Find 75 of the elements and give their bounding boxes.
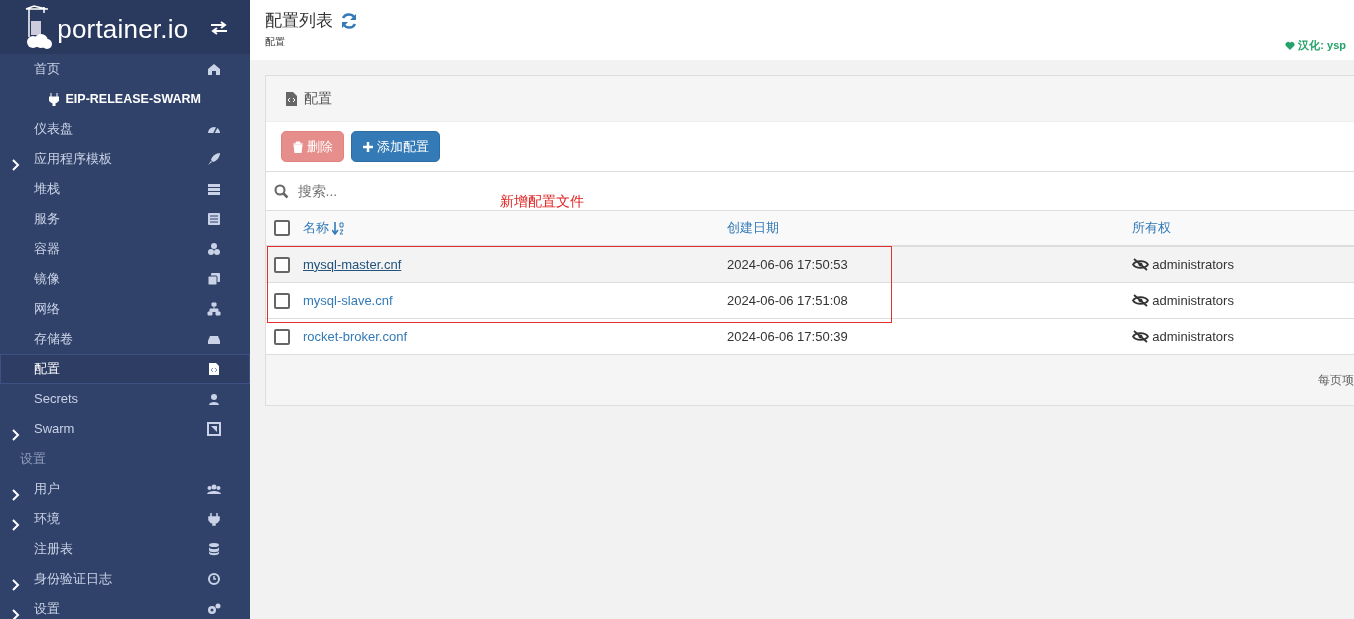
credit-text: 汉化: ysp [1298, 38, 1346, 54]
column-header[interactable]: 创建日期 [727, 220, 779, 236]
sidebar-item[interactable]: 仪表盘 [0, 114, 250, 144]
cubes-icon [207, 242, 221, 256]
file-code-icon [286, 91, 297, 106]
sidebar-item[interactable]: 注册表 [0, 534, 250, 564]
sort-icon [332, 221, 345, 235]
home-icon [207, 62, 221, 76]
sidebar-item[interactable]: 应用程序模板 [0, 144, 250, 174]
date-text: 2024-06-06 17:50:53 [727, 256, 848, 272]
date-text: 2024-06-06 17:51:08 [727, 292, 848, 308]
crane-logo-icon [24, 5, 54, 49]
column-header[interactable]: 所有权 [1132, 220, 1171, 236]
add-config-button[interactable]: 添加配置 [350, 130, 440, 163]
list-icon [207, 182, 221, 196]
eye-slash-icon [1132, 258, 1149, 271]
plug-icon [49, 92, 60, 106]
page-title: 配置列表 [265, 10, 333, 32]
pagination-label: 每页项 [1318, 372, 1354, 389]
plug-icon [207, 512, 221, 526]
column-header[interactable]: 名称 [303, 218, 329, 238]
date-text: 2024-06-06 17:50:39 [727, 328, 848, 344]
sitemap-icon [207, 302, 221, 316]
config-link[interactable]: rocket-broker.conf [303, 328, 408, 344]
section-heading: 设置 [20, 450, 46, 469]
sidebar-item[interactable]: 环境 [0, 504, 250, 534]
file-code-icon [207, 362, 221, 376]
sidebar-item[interactable]: Swarm [0, 414, 250, 444]
endpoint-name: EIP-RELEASE-SWARM [65, 90, 201, 108]
row-checkbox[interactable] [274, 256, 290, 273]
plus-icon [361, 140, 374, 153]
sidebar-item[interactable]: Secrets [0, 384, 250, 414]
annotation-text: 新增配置文件 [500, 192, 584, 211]
trash-icon [292, 140, 304, 153]
chevron-right-icon [12, 518, 20, 531]
sidebar-item[interactable]: 配置 [0, 354, 250, 384]
list-icon [207, 212, 221, 226]
ownership-text: administrators [1152, 327, 1234, 346]
sidebar-item[interactable]: 镜像 [0, 264, 250, 294]
eye-slash-icon [1132, 330, 1149, 343]
select-all-checkbox[interactable] [274, 220, 290, 236]
chevron-right-icon [12, 158, 20, 171]
frame-icon [207, 422, 221, 436]
sidebar-item[interactable]: 存储卷 [0, 324, 250, 354]
history-icon [207, 572, 221, 586]
row-checkbox[interactable] [274, 292, 290, 309]
heart-icon [1285, 40, 1296, 50]
chevron-right-icon [12, 608, 20, 619]
search-icon [274, 183, 289, 199]
cogs-icon [207, 602, 221, 616]
sidebar-item[interactable]: 网络 [0, 294, 250, 324]
logo-text: portainer.io [57, 13, 189, 46]
copy-icon [207, 272, 221, 286]
ownership-text: administrators [1152, 255, 1234, 274]
sidebar-item[interactable]: 首页 [0, 54, 250, 84]
refresh-icon[interactable] [339, 11, 358, 30]
swap-icon[interactable] [210, 20, 228, 35]
sidebar-item[interactable]: 设置 [0, 594, 250, 619]
sidebar-item[interactable]: 容器 [0, 234, 250, 264]
config-link[interactable]: mysql-slave.cnf [303, 292, 393, 308]
sidebar-item[interactable]: 身份验证日志 [0, 564, 250, 594]
breadcrumb-text: 配置 [265, 34, 286, 49]
database-icon [207, 542, 221, 556]
ownership-text: administrators [1152, 291, 1234, 310]
chevron-right-icon [12, 488, 20, 501]
eye-slash-icon [1132, 294, 1149, 307]
chevron-right-icon [12, 428, 20, 441]
panel-title: 配置 [303, 89, 332, 108]
config-link[interactable]: mysql-master.cnf [303, 256, 402, 272]
sidebar-item[interactable]: 用户 [0, 474, 250, 504]
sidebar-item[interactable]: 堆栈 [0, 174, 250, 204]
chevron-right-icon [12, 578, 20, 591]
sidebar-item[interactable]: 服务 [0, 204, 250, 234]
row-checkbox[interactable] [274, 328, 290, 345]
users-icon [207, 482, 221, 496]
